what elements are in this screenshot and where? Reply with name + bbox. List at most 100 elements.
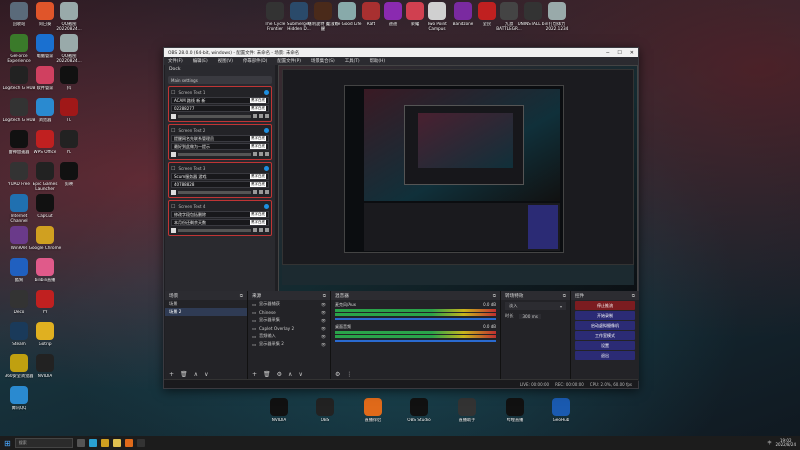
style-tag[interactable]: 黑字白底 <box>250 182 266 187</box>
desktop-shortcut[interactable]: OBS Studio <box>402 398 436 423</box>
desktop-shortcut[interactable]: TL <box>52 98 86 123</box>
up-icon[interactable]: ∧ <box>194 371 198 378</box>
settings-icon[interactable] <box>265 114 269 118</box>
control-button[interactable]: 停止推流 <box>575 301 635 310</box>
desktop-shortcut[interactable]: YY <box>28 290 62 315</box>
eye-icon[interactable]: 👁 <box>321 302 326 307</box>
volume-slider[interactable] <box>335 340 496 342</box>
menu-item[interactable]: 帮助(H) <box>370 58 386 64</box>
eye-icon[interactable]: 👁 <box>321 318 326 323</box>
source-item[interactable]: ▭ Chinese 👁 <box>248 308 330 316</box>
style-tag[interactable]: 黑字白底 <box>250 106 266 111</box>
task-view-icon[interactable] <box>76 439 85 447</box>
eye-icon[interactable]: 👁 <box>321 334 326 339</box>
obs-icon[interactable] <box>136 439 145 447</box>
scene-item[interactable]: 场景 2 <box>165 308 247 316</box>
desktop-shortcut[interactable]: NVIDIA <box>262 398 296 423</box>
text-input[interactable]: Scum服务器 游戏 黑字白底 <box>171 173 269 180</box>
bold-icon[interactable] <box>253 152 257 156</box>
desktop-shortcut[interactable]: 直播伴侣 <box>356 398 390 423</box>
search-box[interactable]: 搜索 <box>14 438 73 448</box>
transition-select[interactable]: 淡入 ▾ <box>505 302 566 310</box>
windows-start-icon[interactable]: ⊞ <box>4 439 11 448</box>
down-icon[interactable]: ∨ <box>298 371 302 378</box>
desktop-shortcut[interactable]: CapCut <box>28 194 62 219</box>
control-button[interactable]: 开始录制 <box>575 311 635 320</box>
gear-icon[interactable]: ⚙ <box>277 371 282 378</box>
menu-item[interactable]: 文件(F) <box>168 58 183 64</box>
desktop-shortcut[interactable]: QQ截图20220824... <box>52 2 86 32</box>
desktop-shortcut[interactable]: NVIDIA <box>28 354 62 379</box>
close-icon[interactable]: ✕ <box>630 50 634 56</box>
control-button[interactable]: 设置 <box>575 341 635 350</box>
italic-icon[interactable] <box>259 152 263 156</box>
style-tag[interactable]: 黑字白底 <box>250 144 266 149</box>
control-button[interactable]: 工作室模式 <box>575 331 635 340</box>
eye-icon[interactable]: 👁 <box>321 326 326 331</box>
toggle-icon[interactable] <box>264 204 269 209</box>
opacity-slider[interactable] <box>178 152 251 156</box>
control-button[interactable]: 退出 <box>575 351 635 360</box>
checkbox[interactable]: ☐ <box>171 204 175 210</box>
color-swatch[interactable] <box>171 151 176 157</box>
source-item[interactable]: ▭ Caplet Overlay 2 👁 <box>248 324 330 332</box>
eye-icon[interactable]: 👁 <box>321 310 326 315</box>
menu-item[interactable]: 编辑(E) <box>193 58 208 64</box>
text-input[interactable]: 最好到此做为一提示 黑字白底 <box>171 143 269 150</box>
source-item[interactable]: ▭ 显示器采集 👁 <box>248 316 330 324</box>
add-icon[interactable]: + <box>252 371 257 378</box>
menu-item[interactable]: 配置文件(P) <box>277 58 301 64</box>
text-input[interactable]: 本月份还剩余天数 黑字白底 <box>171 219 269 226</box>
opacity-slider[interactable] <box>178 228 251 232</box>
window-titlebar[interactable]: OBS 28.0.0 (64-bit, windows) - 配置文件: 未命名… <box>164 48 638 57</box>
desktop-shortcut[interactable]: QQ截图20220824... <box>52 34 86 64</box>
source-item[interactable]: ▭ 显示器捕获 👁 <box>248 300 330 308</box>
style-tag[interactable]: 黑字白底 <box>250 212 266 217</box>
desktop-shortcut[interactable]: Google Chrome <box>28 226 62 251</box>
opacity-slider[interactable] <box>178 190 251 194</box>
style-tag[interactable]: 黑字白底 <box>250 220 266 225</box>
source-item[interactable]: ▭ 音频输入 👁 <box>248 332 330 340</box>
menu-item[interactable]: 停靠部件(D) <box>243 58 267 64</box>
desktop-shortcut[interactable]: Gotrip <box>28 322 62 347</box>
desktop-shortcut[interactable]: 直播助手 <box>450 398 484 423</box>
settings-icon[interactable] <box>265 152 269 156</box>
scene-item[interactable]: 场景 <box>165 300 247 308</box>
more-icon[interactable]: ⋮ <box>346 371 352 378</box>
volume-slider[interactable] <box>335 318 496 320</box>
color-swatch[interactable] <box>171 113 176 119</box>
menu-item[interactable]: 视图(V) <box>218 58 233 64</box>
style-tag[interactable]: 黑字白底 <box>250 136 266 141</box>
main-settings-row[interactable]: Main settings <box>168 76 272 84</box>
checkbox[interactable]: ☐ <box>171 90 175 96</box>
checkbox[interactable]: ☐ <box>171 128 175 134</box>
minimize-icon[interactable]: ─ <box>606 50 609 56</box>
color-swatch[interactable] <box>171 227 176 233</box>
text-input[interactable]: ACAM 路线 新 新黑字白底 <box>171 97 269 104</box>
settings-icon[interactable] <box>265 228 269 232</box>
italic-icon[interactable] <box>259 114 263 118</box>
italic-icon[interactable] <box>259 228 263 232</box>
chrome-icon[interactable] <box>100 439 109 447</box>
desktop-shortcut[interactable]: 腾讯QQ <box>2 386 36 411</box>
settings-icon[interactable]: ⚙ <box>335 371 340 378</box>
desktop-shortcut[interactable]: GeoHub <box>544 398 578 423</box>
italic-icon[interactable] <box>259 190 263 194</box>
trash-icon[interactable]: 🗑 <box>180 371 188 378</box>
text-input[interactable]: 修改字段包括删除 黑字白底 <box>171 211 269 218</box>
desktop-shortcut[interactable]: 打包体力 2022.1234 <box>540 2 574 32</box>
clock[interactable]: 19:02 2022/8/24 <box>775 438 796 448</box>
text-input[interactable]: 提醒网名先联系管理员 黑字白底 <box>171 135 269 142</box>
checkbox[interactable]: ☐ <box>171 166 175 172</box>
down-icon[interactable]: ∨ <box>204 371 208 378</box>
edge-icon[interactable] <box>88 439 97 447</box>
text-input[interactable]: 02288277 黑字白底 <box>171 105 269 112</box>
toggle-icon[interactable] <box>264 90 269 95</box>
add-icon[interactable]: + <box>169 371 174 378</box>
text-input[interactable]: 40788828 黑字白底 <box>171 181 269 188</box>
menu-item[interactable]: 场景集合(S) <box>311 58 335 64</box>
app-icon[interactable] <box>124 439 133 447</box>
desktop-shortcut[interactable]: 哔哩直播 <box>498 398 532 423</box>
toggle-icon[interactable] <box>264 166 269 171</box>
menu-item[interactable]: 工具(T) <box>345 58 360 64</box>
